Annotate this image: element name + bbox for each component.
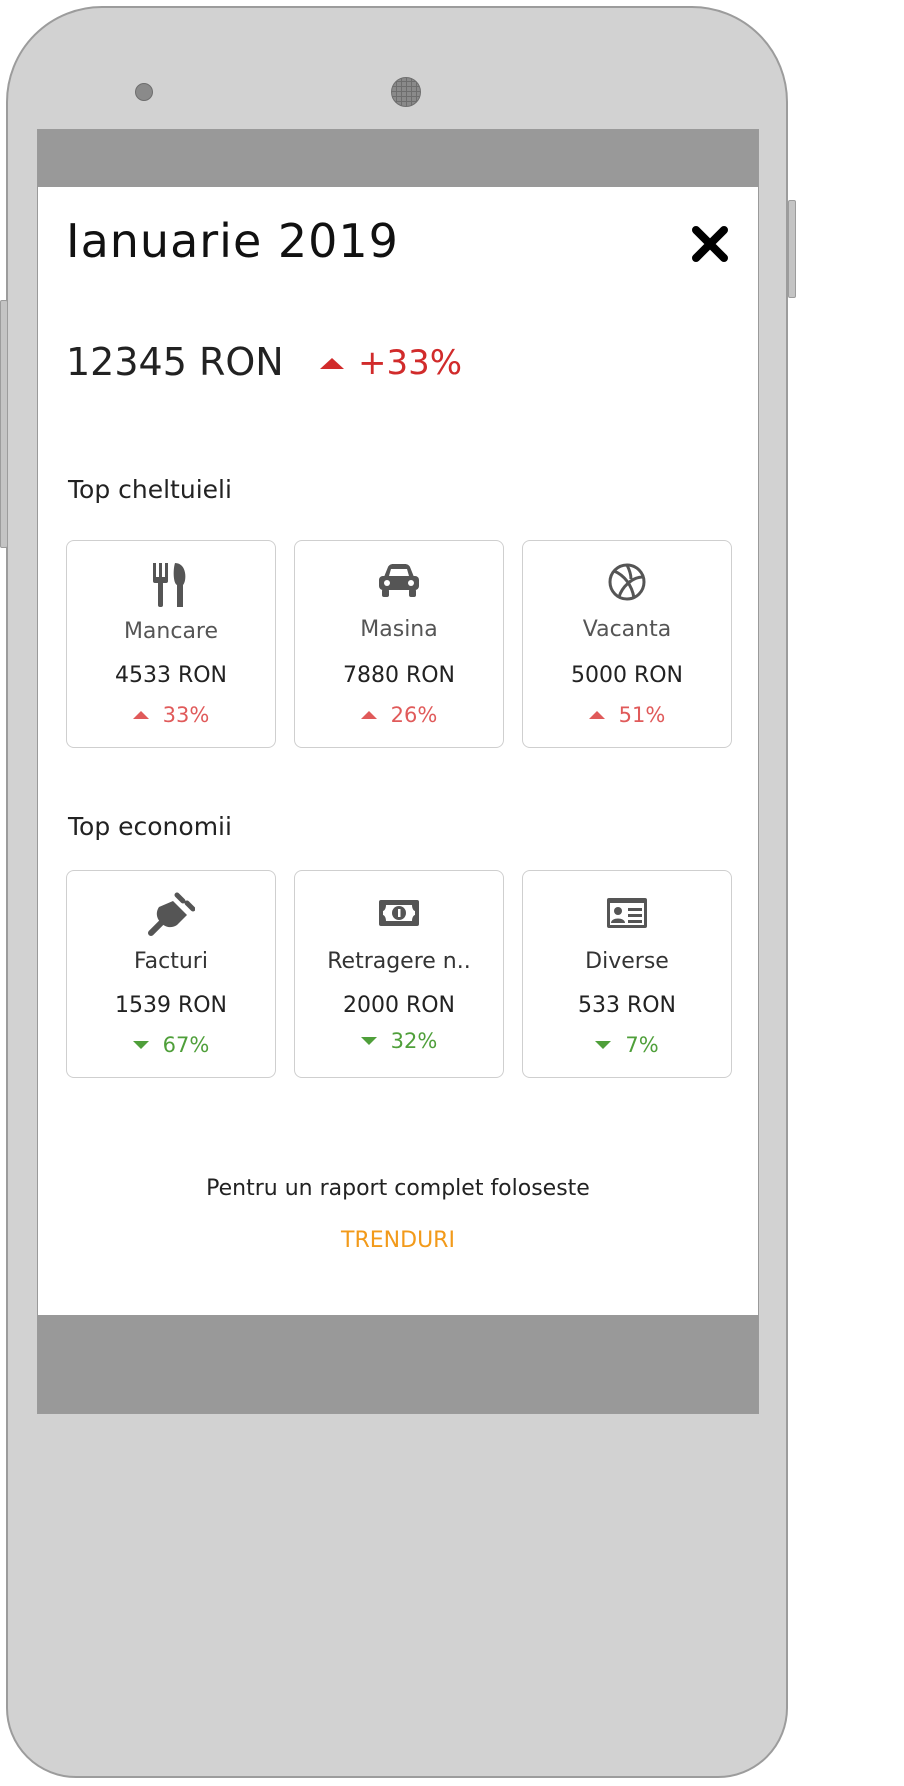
card-change-value: 26% bbox=[390, 703, 438, 727]
arrow-down-icon bbox=[132, 1041, 149, 1049]
status-bar bbox=[38, 130, 758, 187]
card-label: Mancare bbox=[123, 619, 219, 644]
card-change: 7% bbox=[523, 1033, 731, 1057]
card-change-value: 32% bbox=[390, 1029, 438, 1053]
power-button bbox=[788, 200, 796, 298]
sensor-dot bbox=[135, 83, 153, 101]
card-change: 51% bbox=[523, 703, 731, 727]
card-amount: 1539 RON bbox=[114, 993, 228, 1018]
card-change-value: 67% bbox=[162, 1033, 210, 1057]
total-trend: +33% bbox=[320, 343, 462, 383]
card-amount: 2000 RON bbox=[342, 993, 456, 1018]
total-amount: 12345 RON bbox=[66, 340, 284, 384]
trend-up-icon bbox=[320, 357, 344, 369]
arrow-up-icon bbox=[132, 711, 149, 719]
arrow-down-icon bbox=[595, 1041, 612, 1049]
screen: Ianuarie 2019 12345 RON +33% Top cheltui… bbox=[37, 129, 759, 1414]
card-label: Facturi bbox=[134, 949, 208, 974]
card-change-value: 51% bbox=[618, 703, 666, 727]
expense-card-masina[interactable]: Masina 7880 RON 26% bbox=[294, 540, 504, 748]
report-hint: Pentru un raport complet foloseste bbox=[206, 1176, 590, 1201]
volume-button bbox=[0, 300, 8, 548]
card-change-value: 7% bbox=[625, 1033, 659, 1057]
card-change: 67% bbox=[67, 1033, 275, 1057]
card-label: Vacanta bbox=[582, 617, 672, 642]
close-icon[interactable] bbox=[688, 222, 732, 266]
card-label: Diverse bbox=[585, 949, 669, 974]
card-amount: 7880 RON bbox=[342, 663, 456, 688]
cutlery-icon bbox=[67, 561, 275, 609]
expense-card-vacanta[interactable]: Vacanta 5000 RON 51% bbox=[522, 540, 732, 748]
top-expenses-heading: Top cheltuieli bbox=[68, 475, 232, 504]
saving-card-retragere[interactable]: Retragere n.. 2000 RON 32% bbox=[294, 870, 504, 1078]
arrow-up-icon bbox=[588, 711, 605, 719]
trends-link[interactable]: TRENDURI bbox=[38, 1228, 758, 1253]
arrow-down-icon bbox=[360, 1037, 377, 1045]
money-bill-icon bbox=[295, 891, 503, 939]
card-label: Masina bbox=[360, 617, 438, 642]
navigation-bar bbox=[38, 1315, 758, 1413]
total-trend-value: +33% bbox=[358, 343, 463, 383]
plug-icon bbox=[67, 891, 275, 939]
card-amount: 5000 RON bbox=[570, 663, 684, 688]
page-title: Ianuarie 2019 bbox=[66, 214, 399, 268]
top-savings-heading: Top economii bbox=[68, 812, 232, 841]
expense-card-mancare[interactable]: Mancare 4533 RON 33% bbox=[66, 540, 276, 748]
top-expenses-cards: Mancare 4533 RON 33% Masina 7880 RON 26%… bbox=[66, 540, 732, 748]
id-card-icon bbox=[523, 891, 731, 939]
card-change: 33% bbox=[67, 703, 275, 727]
card-change: 32% bbox=[295, 1029, 503, 1053]
camera-icon bbox=[391, 77, 421, 107]
card-amount: 4533 RON bbox=[114, 663, 228, 688]
saving-card-diverse[interactable]: Diverse 533 RON 7% bbox=[522, 870, 732, 1078]
car-icon bbox=[295, 561, 503, 609]
top-savings-cards: Facturi 1539 RON 67% Retragere n.. 2000 … bbox=[66, 870, 732, 1078]
card-amount: 533 RON bbox=[577, 993, 677, 1018]
arrow-up-icon bbox=[360, 711, 377, 719]
card-change-value: 33% bbox=[162, 703, 210, 727]
card-label: Retragere n.. bbox=[327, 949, 471, 974]
card-change: 26% bbox=[295, 703, 503, 727]
basketball-icon bbox=[523, 561, 731, 609]
saving-card-facturi[interactable]: Facturi 1539 RON 67% bbox=[66, 870, 276, 1078]
